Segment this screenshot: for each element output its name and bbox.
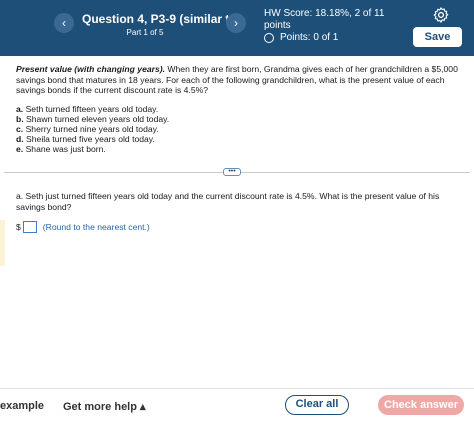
side-indicator [0,220,5,266]
hw-score: HW Score: 18.18%, 2 of 11 [264,8,385,19]
hw-score-unit: points [264,20,291,31]
currency-symbol: $ [16,222,21,232]
save-button[interactable]: Save [413,27,462,47]
problem-statement: Present value (with changing years). Whe… [16,64,462,154]
view-example-link[interactable]: example [0,400,44,412]
next-question-button[interactable]: › [226,13,246,33]
list-item: d. Sheila turned five years old today. [16,133,155,144]
clear-all-button[interactable]: Clear all [285,395,349,415]
points-status: Points: 0 of 1 [264,32,338,43]
chevron-right-icon: › [234,16,238,30]
check-answer-button[interactable]: Check answer [378,395,464,415]
progress-circle-icon [264,32,274,43]
rounding-hint: (Round to the nearest cent.) [42,222,150,232]
question-title: Question 4, P3-9 (similar to) [82,12,241,26]
part-indicator: Part 1 of 5 [126,28,164,37]
top-bar: ‹ Question 4, P3-9 (similar to) Part 1 o… [0,0,474,56]
grandchildren-list: a. Seth turned fifteen years old today. … [16,104,462,154]
get-more-help-button[interactable]: Get more help ▴ [63,400,146,413]
expand-more-button[interactable]: ••• [223,168,241,176]
part-a-question: a. Seth just turned fifteen years old to… [16,191,440,212]
answer-input[interactable] [22,221,37,233]
list-item: e. Shane was just born. [16,143,106,154]
list-item: c. Sherry turned nine years old today. [16,123,159,134]
answer-row: $ (Round to the nearest cent.) [16,221,150,233]
chevron-left-icon: ‹ [62,16,66,30]
list-item: a. Seth turned fifteen years old today. [16,103,159,114]
problem-title: Present value (with changing years). [16,64,166,74]
problem-intro: Present value (with changing years). Whe… [16,64,462,96]
points-label: Points: 0 of 1 [280,32,339,43]
gear-icon[interactable] [432,6,450,24]
list-item: b. Shawn turned eleven years old today. [16,113,170,124]
